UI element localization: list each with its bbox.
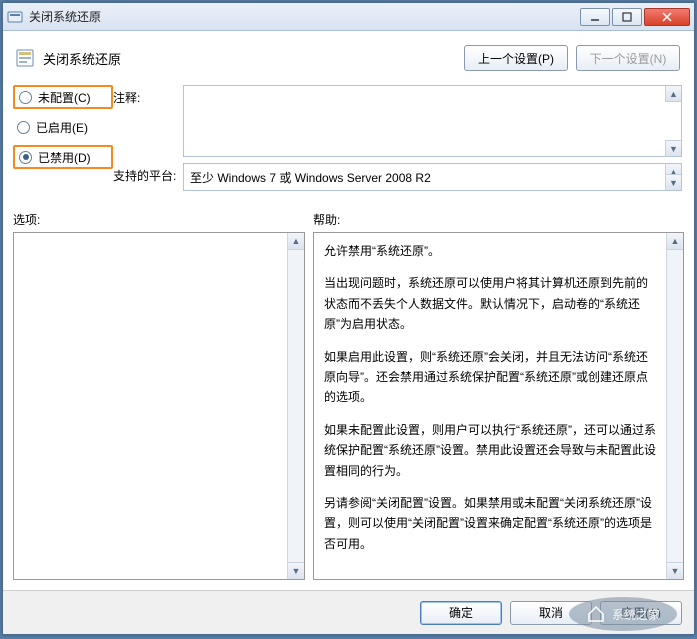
radio-icon bbox=[19, 151, 32, 164]
previous-setting-button[interactable]: 上一个设置(P) bbox=[464, 45, 568, 71]
header-row: 关闭系统还原 上一个设置(P) 下一个设置(N) bbox=[13, 41, 684, 83]
comment-row: 注释: ▲ ▼ bbox=[113, 85, 684, 157]
help-paragraph: 如果启用此设置，则“系统还原”会关闭，并且无法访问“系统还原向导”。还会禁用通过… bbox=[324, 347, 656, 408]
comment-input[interactable]: ▲ ▼ bbox=[183, 85, 682, 157]
platform-text: 至少 Windows 7 或 Windows Server 2008 R2 bbox=[190, 171, 431, 185]
window-controls bbox=[580, 8, 690, 26]
next-setting-button: 下一个设置(N) bbox=[576, 45, 680, 71]
content-area: 关闭系统还原 上一个设置(P) 下一个设置(N) 未配置(C) 已启用(E) 已… bbox=[3, 31, 694, 590]
config-section: 未配置(C) 已启用(E) 已禁用(D) 注释: ▲ ▼ bbox=[13, 83, 684, 205]
platform-label: 支持的平台: bbox=[113, 163, 183, 191]
dialog-footer: 确定 取消 应用(A) 系统之家 bbox=[3, 590, 694, 634]
scroll-down-icon[interactable]: ▼ bbox=[665, 174, 681, 190]
comment-label: 注释: bbox=[113, 85, 183, 157]
scroll-down-icon[interactable]: ▼ bbox=[288, 562, 304, 579]
radio-not-configured[interactable]: 未配置(C) bbox=[13, 85, 113, 109]
apply-button[interactable]: 应用(A) bbox=[600, 601, 682, 625]
scroll-down-icon[interactable]: ▼ bbox=[667, 562, 683, 579]
help-paragraph: 另请参阅“关闭配置”设置。如果禁用或未配置“关闭系统还原”设置，则可以使用“关闭… bbox=[324, 493, 656, 554]
help-content: 允许禁用“系统还原”。 当出现问题时，系统还原可以使用户将其计算机还原到先前的状… bbox=[314, 233, 666, 579]
scrollbar[interactable]: ▲ ▼ bbox=[287, 233, 304, 579]
panels-row: ▲ ▼ 允许禁用“系统还原”。 当出现问题时，系统还原可以使用户将其计算机还原到… bbox=[13, 232, 684, 580]
scroll-down-icon[interactable]: ▼ bbox=[665, 140, 681, 156]
platform-row: 支持的平台: 至少 Windows 7 或 Windows Server 200… bbox=[113, 163, 684, 191]
details-column: 注释: ▲ ▼ 支持的平台: 至少 Windows 7 或 Windows Se… bbox=[113, 85, 684, 197]
scrollbar[interactable]: ▲ ▼ bbox=[666, 233, 683, 579]
radio-icon bbox=[17, 121, 30, 134]
radio-icon bbox=[19, 91, 32, 104]
options-label: 选项: bbox=[13, 211, 313, 228]
window-title: 关闭系统还原 bbox=[29, 8, 580, 25]
help-paragraph: 当出现问题时，系统还原可以使用户将其计算机还原到先前的状态而不丢失个人数据文件。… bbox=[324, 273, 656, 334]
help-paragraph: 如果未配置此设置，则用户可以执行“系统还原”，还可以通过系统保护配置“系统还原”… bbox=[324, 420, 656, 481]
page-title: 关闭系统还原 bbox=[43, 49, 121, 68]
options-panel: ▲ ▼ bbox=[13, 232, 305, 580]
radio-group: 未配置(C) 已启用(E) 已禁用(D) bbox=[13, 85, 113, 197]
policy-icon bbox=[15, 48, 35, 68]
help-paragraph: 允许禁用“系统还原”。 bbox=[324, 241, 656, 261]
options-content bbox=[14, 233, 287, 579]
scroll-up-icon[interactable]: ▲ bbox=[667, 233, 683, 250]
cancel-button[interactable]: 取消 bbox=[510, 601, 592, 625]
radio-disabled[interactable]: 已禁用(D) bbox=[13, 145, 113, 169]
radio-label: 未配置(C) bbox=[38, 89, 91, 106]
radio-enabled[interactable]: 已启用(E) bbox=[13, 115, 113, 139]
radio-label: 已启用(E) bbox=[36, 119, 88, 136]
titlebar[interactable]: 关闭系统还原 bbox=[3, 3, 694, 31]
maximize-button[interactable] bbox=[612, 8, 642, 26]
scroll-up-icon[interactable]: ▲ bbox=[288, 233, 304, 250]
help-panel: 允许禁用“系统还原”。 当出现问题时，系统还原可以使用户将其计算机还原到先前的状… bbox=[313, 232, 684, 580]
panel-headers: 选项: 帮助: bbox=[13, 205, 684, 232]
help-label: 帮助: bbox=[313, 211, 340, 228]
ok-button[interactable]: 确定 bbox=[420, 601, 502, 625]
minimize-button[interactable] bbox=[580, 8, 610, 26]
nav-buttons: 上一个设置(P) 下一个设置(N) bbox=[464, 45, 680, 71]
app-icon bbox=[7, 9, 23, 25]
close-button[interactable] bbox=[644, 8, 690, 26]
radio-label: 已禁用(D) bbox=[38, 149, 91, 166]
platform-display: 至少 Windows 7 或 Windows Server 2008 R2 ▲ … bbox=[183, 163, 682, 191]
dialog-window: 关闭系统还原 关闭系统还原 上一个设置(P) 下一个设置(N) 未配置(C) bbox=[2, 2, 695, 635]
scroll-up-icon[interactable]: ▲ bbox=[665, 86, 681, 102]
